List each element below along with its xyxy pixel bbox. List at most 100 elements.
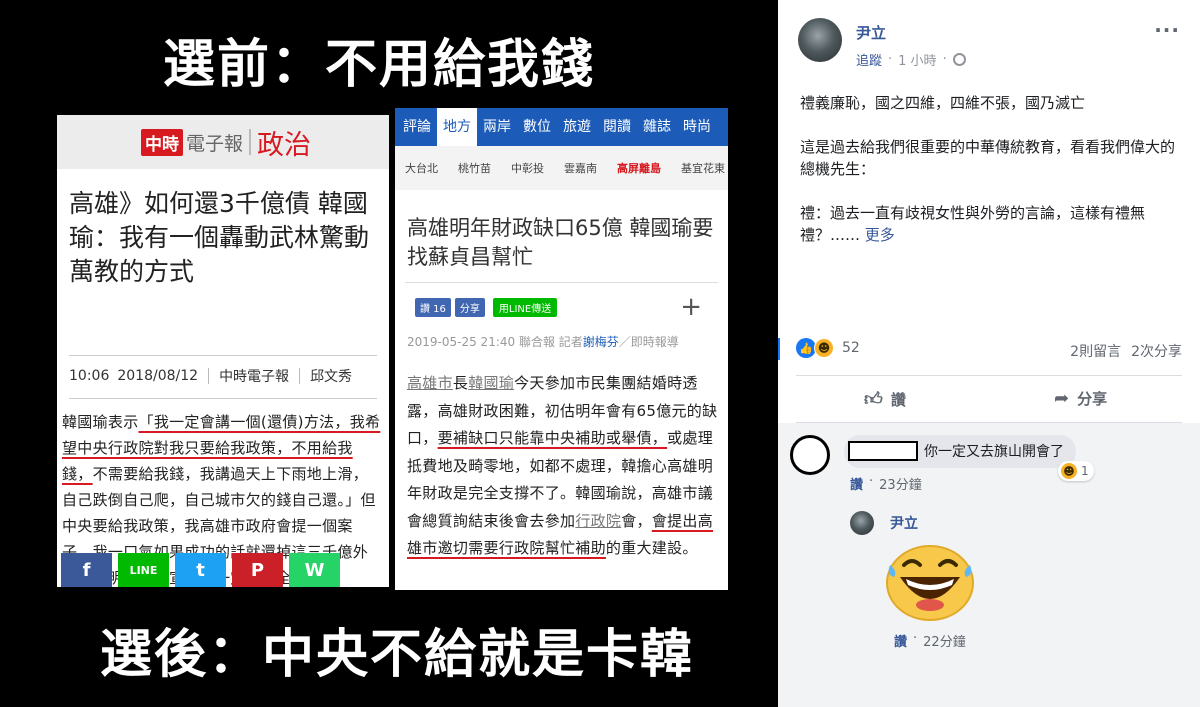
nav-item-active: 地方 — [437, 108, 477, 146]
facebook-post: 尹立 追蹤 · 1 小時 · ··· 禮義廉恥，國之四維，四維不張，國乃滅亡 這… — [778, 0, 1200, 707]
comment-reaction-count: 1 — [1081, 464, 1089, 478]
inline-link: 韓國瑜 — [468, 374, 515, 392]
subnav-item: 基宜花東 — [681, 162, 725, 175]
body-text: 會， — [621, 511, 652, 530]
avatar[interactable] — [798, 18, 842, 62]
comments-count-link[interactable]: 2則留言 — [1070, 341, 1121, 361]
nav-item: 兩岸 — [483, 119, 511, 135]
subnav-item: 大台北 — [405, 162, 438, 175]
nav-item: 閱讀 — [603, 119, 631, 135]
article-meta: 10:06 2018/08/12 中時電子報 邱文秀 — [57, 356, 389, 396]
body-text: 長 — [452, 374, 469, 392]
share-button[interactable]: ➦ 分享 — [1054, 388, 1107, 409]
like-button[interactable]: 👍︎ 讚 — [864, 388, 906, 410]
dot-separator: · — [888, 52, 893, 67]
whatsapp-icon: W — [289, 553, 340, 587]
article-nav: 評論 地方 兩岸 數位 旅遊 閱讀 雜誌 時尚 — [395, 108, 728, 146]
article-subnav: 大台北 桃竹苗 中彰投 雲嘉南 高屏離島 基宜花東 — [395, 146, 728, 190]
comment-reaction-badge[interactable]: ☻ 1 — [1058, 461, 1094, 481]
comment-timestamp[interactable]: 22分鐘 — [923, 631, 966, 650]
body-text: 韓國瑜表示 — [62, 413, 139, 431]
nav-item: 雜誌 — [643, 119, 671, 135]
redacted-name-box — [848, 441, 918, 461]
body-text: 的重大建設。 — [605, 539, 698, 557]
nav-item: 旅遊 — [563, 119, 591, 135]
reaction-count: 52 — [842, 340, 860, 356]
article-title: 高雄》如何還3千億債 韓國瑜：我有一個轟動武林驚動萬教的方式 — [69, 189, 370, 286]
post-meta: 追蹤 · 1 小時 · — [856, 50, 966, 69]
article-source: 中時電子報 — [219, 369, 290, 385]
subnav-item: 中彰投 — [511, 162, 544, 175]
comments-section: 你一定又去旗山開會了 ☻ 1 讚 · 23分鐘 尹立 讚 · 22分鐘 — [778, 423, 1200, 707]
post-image[interactable]: 選前：不用給我錢 中時 電子報 政治 高雄》如何還3千億債 韓國瑜：我有一個轟動… — [0, 0, 778, 707]
avatar[interactable] — [850, 511, 874, 535]
nav-item: 時尚 — [683, 119, 711, 135]
headline-before-election: 選前：不用給我錢 — [162, 35, 595, 95]
brand-name: 電子報 — [186, 132, 244, 155]
dot-separator: · — [913, 631, 918, 646]
line-icon: LINE — [118, 553, 169, 587]
dateline-tail: ／即時報導 — [618, 335, 679, 349]
comment-author-name[interactable]: 尹立 — [890, 513, 918, 533]
post-text: 禮義廉恥，國之四維，四維不張，國乃滅亡 這是過去給我們很重要的中華傳統教育，看看… — [800, 92, 1178, 268]
subnav-item-active: 高屏離島 — [617, 162, 661, 175]
article-card-chinatimes: 中時 電子報 政治 高雄》如何還3千億債 韓國瑜：我有一個轟動武林驚動萬教的方式… — [57, 115, 389, 587]
nav-item: 數位 — [523, 119, 551, 135]
post-author-name[interactable]: 尹立 — [856, 22, 886, 43]
article-time: 10:06 — [69, 368, 110, 384]
article-body: 高雄市長韓國瑜今天參加市民集團結婚時透露，高雄財政困難，初估明年會有65億元的缺… — [395, 350, 728, 563]
article-masthead: 中時 電子報 政治 — [57, 115, 389, 169]
comment-actions: 讚 · 22分鐘 — [894, 631, 966, 650]
thumbs-up-icon: 👍︎ — [864, 389, 883, 410]
plus-icon: + — [680, 292, 702, 322]
dot-separator: · — [942, 52, 947, 67]
like-button-label: 讚 — [890, 390, 906, 409]
globe-icon — [952, 53, 966, 66]
dateline-text: 2019-05-25 21:40 聯合報 記者 — [407, 335, 583, 349]
avatar[interactable] — [790, 435, 830, 475]
inline-link: 行政院 — [575, 511, 622, 530]
post-paragraph: 禮義廉恥，國之四維，四維不張，國乃滅亡 — [800, 94, 1086, 112]
more-options-icon[interactable]: ··· — [1154, 18, 1180, 42]
subnav-item: 雲嘉南 — [564, 162, 597, 175]
article-card-udn: 評論 地方 兩岸 數位 旅遊 閱讀 雜誌 時尚 大台北 桃竹苗 中彰投 雲嘉南 … — [395, 108, 728, 590]
dot-separator: · — [869, 474, 874, 489]
brand-logo: 中時 — [141, 128, 183, 156]
meta-separator — [299, 368, 301, 384]
nav-item: 評論 — [403, 119, 431, 135]
follow-link[interactable]: 追蹤 — [856, 50, 882, 69]
comment-like-button[interactable]: 讚 — [894, 631, 907, 650]
highlighted-quote: 要補缺口只能靠中央補助或舉債， — [437, 429, 668, 447]
reaction-summary[interactable]: 👍 ☻ 52 — [796, 338, 860, 358]
facebook-icon: f — [61, 553, 112, 587]
pinterest-icon: P — [232, 553, 283, 587]
post-timestamp[interactable]: 1 小時 — [898, 50, 936, 69]
share-button-label: 分享 — [1077, 390, 1108, 408]
line-send-badge: 用LINE傳送 — [492, 297, 558, 317]
meta-separator — [208, 368, 210, 384]
haha-reaction-icon: ☻ — [814, 338, 834, 358]
article-dateline: 2019-05-25 21:40 聯合報 記者謝梅芬／即時報導 — [395, 317, 728, 350]
comment-text: 你一定又去旗山開會了 — [924, 444, 1064, 460]
article-author: 邱文秀 — [310, 369, 353, 385]
post-paragraph: 禮：過去一直有歧視女性與外勞的言論，這樣有禮無禮？…… 更多 — [800, 202, 1178, 246]
shares-count-link[interactable]: 2次分享 — [1131, 341, 1182, 361]
comment-bubble: 你一定又去旗山開會了 — [844, 435, 1076, 468]
post-paragraph-text: 禮：過去一直有歧視女性與外勞的言論，這樣有禮無禮？…… — [800, 204, 1146, 244]
reaction-accent-bar — [778, 338, 780, 360]
like-reaction-icon: 👍 — [796, 338, 816, 358]
subnav-item: 桃竹苗 — [458, 162, 491, 175]
masthead-divider — [249, 129, 252, 155]
post-paragraph: 這是過去給我們很重要的中華傳統教育，看看我們偉大的總機先生： — [800, 138, 1176, 178]
share-arrow-icon: ➦ — [1054, 388, 1070, 409]
share-icons-row: f LINE t P W — [61, 553, 340, 587]
divider — [796, 375, 1182, 376]
headline-after-election: 選後：中央不給就是卡韓 — [99, 625, 694, 685]
comment-timestamp[interactable]: 23分鐘 — [879, 474, 922, 493]
inline-link: 高雄市 — [407, 374, 453, 392]
comment-like-button[interactable]: 讚 — [850, 474, 863, 493]
share-badge: 分享 — [454, 297, 485, 317]
section-label: 政治 — [257, 129, 312, 161]
see-more-link[interactable]: 更多 — [865, 226, 895, 244]
comment-actions: 讚 · 23分鐘 — [850, 474, 922, 493]
